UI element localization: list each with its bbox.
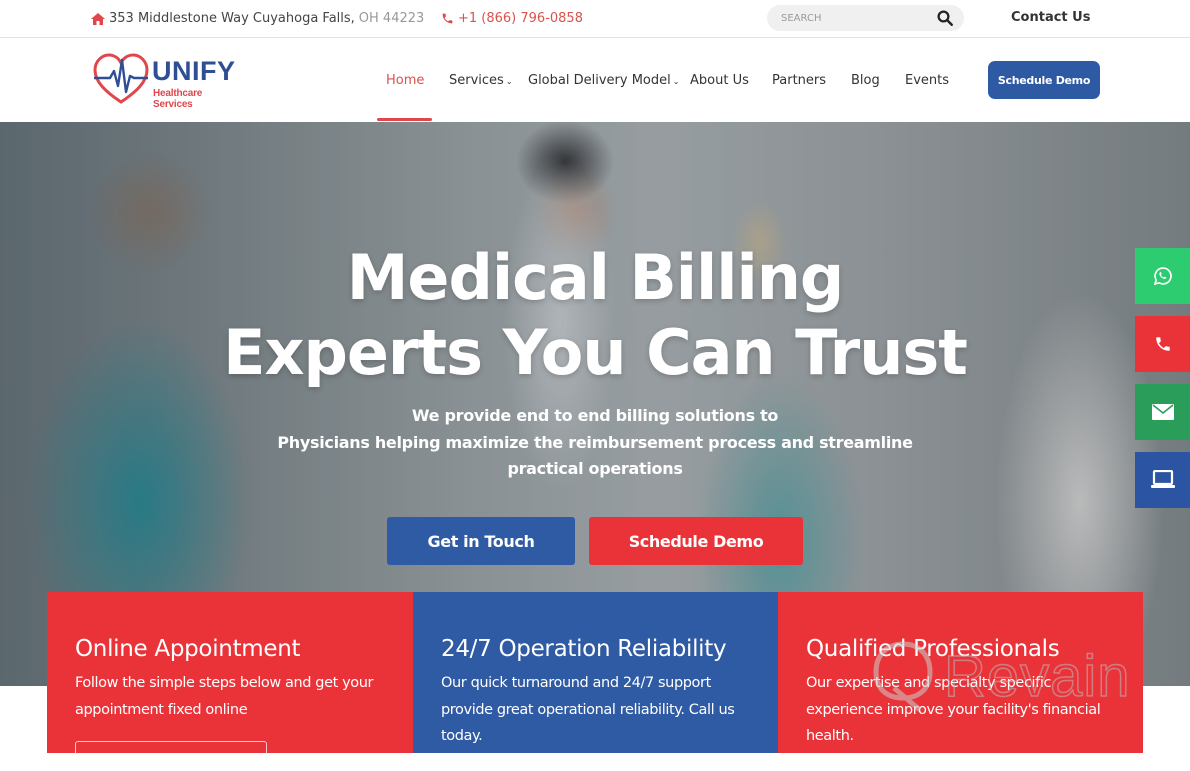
search-icon[interactable] — [936, 9, 954, 27]
card-desc-line: provide great operational reliability. C… — [441, 701, 735, 718]
card-description: Our expertise and specialty specific exp… — [806, 670, 1115, 750]
nav-active-indicator — [377, 118, 432, 121]
hero-subtitle-line2: Physicians helping maximize the reimburs… — [277, 432, 913, 452]
top-bar: 353 Middlestone Way Cuyahoga Falls, OH 4… — [0, 0, 1190, 38]
card-desc-line: health. — [806, 728, 854, 744]
card-title: 24/7 Operation Reliability — [441, 636, 727, 662]
envelope-icon — [1151, 404, 1174, 420]
contact-us-link[interactable]: Contact Us — [1011, 10, 1090, 25]
header-schedule-demo-button[interactable]: Schedule Demo — [988, 61, 1100, 99]
heart-pulse-logo-icon — [93, 53, 149, 104]
card-title: Online Appointment — [75, 636, 301, 662]
card-description: Our quick turnaround and 24/7 support pr… — [441, 670, 750, 750]
hero-title-line1: Medical Billing — [346, 241, 845, 314]
laptop-icon — [1150, 470, 1175, 488]
card-desc-line: experience improve your facility's finan… — [806, 701, 1101, 718]
hero-title-line2: Experts You Can Trust — [223, 316, 968, 389]
nav-home-label: Home — [386, 73, 425, 88]
feature-cards: Online Appointment Follow the simple ste… — [47, 592, 1143, 771]
whatsapp-button[interactable] — [1135, 248, 1190, 304]
hero-schedule-demo-button[interactable]: Schedule Demo — [589, 517, 803, 565]
logo-subtitle: Healthcare Services — [153, 88, 203, 110]
nav-about-us[interactable]: About Us — [690, 73, 749, 88]
nav-services[interactable]: Services ⌄ — [449, 73, 513, 88]
card-desc-line: Follow the simple steps below and get yo… — [75, 675, 374, 691]
card-online-appointment: Online Appointment Follow the simple ste… — [47, 592, 413, 771]
address: 353 Middlestone Way Cuyahoga Falls, OH 4… — [91, 11, 424, 26]
phone-link[interactable]: +1 (866) 796-0858 — [441, 11, 583, 26]
search-box — [767, 5, 964, 31]
nav-partners[interactable]: Partners — [772, 73, 826, 88]
phone-number[interactable]: +1 (866) 796-0858 — [458, 11, 583, 26]
search-input[interactable] — [781, 10, 931, 26]
floating-contact-bar — [1135, 248, 1190, 520]
nav-events[interactable]: Events — [905, 73, 949, 88]
card-description: Follow the simple steps below and get yo… — [75, 670, 385, 723]
nav-home[interactable]: Home — [386, 73, 424, 88]
nav-blog[interactable]: Blog — [851, 73, 880, 88]
logo-brand: UNIFY — [152, 56, 236, 86]
nav-services-label: Services — [449, 73, 504, 88]
home-icon — [91, 12, 105, 25]
chevron-down-icon: ⌄ — [505, 77, 513, 86]
phone-icon — [442, 13, 453, 24]
card-operation-reliability: 24/7 Operation Reliability Our quick tur… — [413, 592, 778, 753]
whatsapp-icon — [1153, 267, 1172, 286]
card-desc-line: appointment fixed online — [75, 701, 248, 718]
laptop-button[interactable] — [1135, 452, 1190, 508]
main-header: UNIFY Healthcare Services Home Services ⌄… — [0, 38, 1190, 122]
email-button[interactable] — [1135, 384, 1190, 440]
address-text: 353 Middlestone Way Cuyahoga Falls, — [109, 11, 355, 26]
logo[interactable]: UNIFY Healthcare Services — [92, 52, 242, 110]
card-title: Qualified Professionals — [806, 636, 1060, 662]
address-zip: OH 44223 — [358, 11, 425, 26]
card-desc-line: Our expertise and specialty specific — [806, 675, 1052, 691]
hero-subtitle-line1: We provide end to end billing solutions … — [411, 406, 779, 425]
nav-global-delivery-label: Global Delivery Model — [528, 73, 671, 88]
hero-subtitle: We provide end to end billing solutions … — [0, 403, 1190, 483]
chevron-down-icon: ⌄ — [672, 77, 680, 86]
appointment-button[interactable] — [75, 741, 267, 771]
phone-icon — [1155, 337, 1170, 351]
get-in-touch-button[interactable]: Get in Touch — [387, 517, 575, 565]
hero-title: Medical Billing Experts You Can Trust — [0, 240, 1190, 390]
hero-subtitle-line3: practical operations — [507, 459, 683, 478]
card-qualified-professionals: Qualified Professionals Our expertise an… — [778, 592, 1143, 753]
nav-global-delivery-model[interactable]: Global Delivery Model ⌄ — [528, 73, 679, 88]
card-desc-line: Our quick turnaround and 24/7 support — [441, 675, 711, 691]
card-desc-line: today. — [441, 728, 483, 744]
call-button[interactable] — [1135, 316, 1190, 372]
